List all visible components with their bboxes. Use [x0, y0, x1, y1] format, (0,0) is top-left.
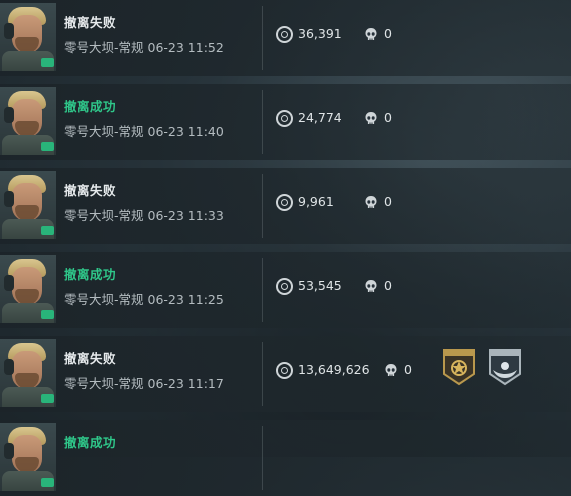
row-divider	[262, 90, 263, 154]
coin-value-icon	[276, 26, 293, 43]
kill-count: 0	[404, 362, 412, 377]
match-record-row[interactable]: 撤离失败零号大坝-常规 06-23 11:52 36,391 0	[0, 0, 571, 76]
avatar-status-badge-icon	[41, 310, 54, 319]
match-record-row[interactable]: 撤离失败零号大坝-常规 06-23 11:33 9,961 0	[0, 168, 571, 244]
extraction-status: 撤离失败	[64, 15, 117, 30]
kill-count: 0	[384, 278, 392, 293]
avatar-headset	[4, 275, 14, 291]
map-name: 零号大坝-常规	[64, 208, 144, 223]
loot-value: 13,649,626	[298, 362, 370, 377]
map-name: 零号大坝-常规	[64, 124, 144, 139]
row-divider	[262, 258, 263, 322]
coin-value-icon	[276, 278, 293, 295]
skull-kill-icon	[365, 112, 377, 124]
extraction-status: 撤离成功	[64, 99, 117, 114]
match-record-row[interactable]: 撤离成功	[0, 420, 571, 496]
map-and-time: 零号大坝-常规 06-23 11:33	[64, 205, 224, 224]
map-name: 零号大坝-常规	[64, 376, 144, 391]
avatar-headset	[4, 191, 14, 207]
match-datetime: 06-23 11:40	[147, 124, 224, 139]
coin-value-icon	[276, 110, 293, 127]
avatar-headset	[4, 23, 14, 39]
map-and-time: 零号大坝-常规 06-23 11:52	[64, 37, 224, 56]
row-divider	[262, 426, 263, 490]
avatar-status-badge-icon	[41, 394, 54, 403]
skull-kill-icon	[365, 196, 377, 208]
extraction-status: 撤离失败	[64, 351, 117, 366]
match-datetime: 06-23 11:52	[147, 40, 224, 55]
extraction-status: 撤离失败	[64, 183, 117, 198]
silver-wing-medal-icon[interactable]	[487, 347, 523, 387]
skull-kill-icon	[365, 28, 377, 40]
extraction-status: 撤离成功	[64, 267, 117, 282]
avatar-headset	[4, 359, 14, 375]
row-divider	[262, 174, 263, 238]
map-and-time: 零号大坝-常规 06-23 11:40	[64, 121, 224, 140]
row-divider	[262, 342, 263, 406]
operator-avatar	[0, 3, 56, 71]
map-name: 零号大坝-常规	[64, 40, 144, 55]
gold-emblem-medal-icon[interactable]	[441, 347, 477, 387]
avatar-status-badge-icon	[41, 478, 54, 487]
operator-avatar	[0, 339, 56, 407]
skull-kill-icon	[365, 280, 377, 292]
loot-value: 36,391	[298, 26, 342, 41]
map-and-time: 零号大坝-常规 06-23 11:17	[64, 373, 224, 392]
map-name: 零号大坝-常规	[64, 292, 144, 307]
map-and-time: 零号大坝-常规 06-23 11:25	[64, 289, 224, 308]
match-record-row[interactable]: 撤离成功零号大坝-常规 06-23 11:25 53,545 0	[0, 252, 571, 328]
loot-value: 53,545	[298, 278, 342, 293]
coin-value-icon	[276, 362, 293, 379]
avatar-headset	[4, 107, 14, 123]
match-record-row[interactable]: 撤离成功零号大坝-常规 06-23 11:40 24,774 0	[0, 84, 571, 160]
avatar-status-badge-icon	[41, 58, 54, 67]
loot-value: 9,961	[298, 194, 334, 209]
match-datetime: 06-23 11:17	[147, 376, 224, 391]
skull-kill-icon	[385, 364, 397, 376]
coin-value-icon	[276, 194, 293, 211]
avatar-status-badge-icon	[41, 226, 54, 235]
operator-avatar	[0, 171, 56, 239]
match-datetime: 06-23 11:25	[147, 292, 224, 307]
operator-avatar	[0, 87, 56, 155]
match-record-row[interactable]: 撤离失败零号大坝-常规 06-23 11:17 13,649,626 0	[0, 336, 571, 412]
avatar-status-badge-icon	[41, 142, 54, 151]
kill-count: 0	[384, 26, 392, 41]
match-datetime: 06-23 11:33	[147, 208, 224, 223]
extraction-status: 撤离成功	[64, 435, 117, 450]
kill-count: 0	[384, 194, 392, 209]
row-divider	[262, 6, 263, 70]
loot-value: 24,774	[298, 110, 342, 125]
kill-count: 0	[384, 110, 392, 125]
operator-avatar	[0, 255, 56, 323]
operator-avatar	[0, 423, 56, 491]
